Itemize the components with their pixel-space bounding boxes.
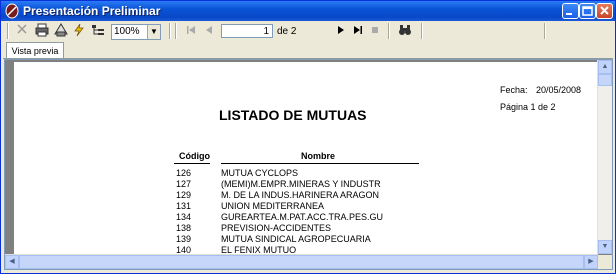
lightning-icon [74, 23, 84, 37]
toolbar-separator [388, 23, 390, 39]
page-count-label: de 2 [277, 26, 297, 37]
toolbar-grip [7, 23, 9, 39]
maximize-button[interactable] [579, 3, 596, 19]
table-row: 138 PREVISION-ACCIDENTES [176, 223, 332, 233]
zoom-select[interactable]: 100% ▼ [111, 24, 161, 40]
last-page-button[interactable] [352, 23, 364, 39]
title-bar[interactable]: Presentación Preliminar [1, 1, 615, 21]
window-title: Presentación Preliminar [23, 4, 161, 18]
printer-setup-icon [54, 23, 68, 37]
stop-icon [372, 27, 378, 33]
scroll-up-button[interactable]: ▲ [598, 60, 612, 74]
toolbar-separator [421, 23, 423, 39]
vertical-scroll-thumb[interactable] [598, 74, 612, 86]
print-button[interactable] [34, 23, 50, 39]
last-page-icon [354, 26, 362, 34]
preview-window: Presentación Preliminar 100% ▼ 1 de 2 Vi… [0, 0, 616, 274]
date-value: 20/05/2008 [536, 85, 582, 95]
print-setup-button[interactable] [53, 23, 69, 39]
next-page-icon [338, 26, 344, 34]
first-page-icon [187, 26, 195, 34]
table-row: 129 M. DE LA INDUS.HARINERA ARAGON [176, 190, 380, 200]
toolbar-separator [175, 23, 177, 39]
horizontal-scrollbar[interactable]: ◀ ▶ [5, 254, 598, 269]
minimize-icon [566, 13, 572, 15]
column-header-codigo: Código [179, 151, 210, 161]
column-header-nombre: Nombre [301, 151, 336, 161]
binoculars-icon [399, 25, 411, 35]
tab-vista-previa[interactable]: Vista previa [6, 42, 64, 59]
tree-toggle-button[interactable] [90, 23, 106, 39]
table-row: 140 EL FENIX MUTUO [176, 245, 297, 254]
scroll-corner [598, 255, 612, 269]
date-label: Fecha: [500, 85, 528, 95]
close-icon [600, 6, 609, 15]
header-underline-nombre [221, 163, 419, 164]
app-icon [5, 3, 19, 19]
tree-icon [92, 25, 104, 35]
close-preview-button[interactable] [15, 23, 29, 39]
table-row: 127 (MEMI)M.EMPR.MINERAS Y INDUSTR [176, 179, 381, 189]
toolbar-separator [169, 23, 171, 39]
scroll-left-button[interactable]: ◀ [5, 255, 19, 269]
close-x-icon [17, 24, 27, 34]
toolbar-separator [544, 23, 546, 39]
export-button[interactable] [72, 23, 86, 39]
previous-page-button[interactable] [203, 23, 215, 39]
find-button[interactable] [397, 23, 413, 39]
chevron-down-icon[interactable]: ▼ [147, 25, 160, 39]
maximize-icon [582, 6, 593, 16]
page-indicator: Página 1 de 2 [500, 102, 556, 112]
toolbar: 100% ▼ 1 de 2 [3, 22, 613, 42]
table-row: 126 MUTUA CYCLOPS [176, 168, 299, 178]
printer-icon [35, 23, 49, 37]
stop-button[interactable] [369, 23, 381, 39]
close-button[interactable] [596, 3, 613, 19]
report-title: LISTADO DE MUTUAS [219, 107, 367, 123]
table-row: 139 MUTUA SINDICAL AGROPECUARIA [176, 234, 371, 244]
page-number-input[interactable]: 1 [221, 24, 273, 38]
report-page: Fecha: 20/05/2008 Página 1 de 2 LISTADO … [14, 62, 598, 254]
previous-page-icon [206, 26, 212, 34]
header-underline-codigo [174, 163, 210, 164]
table-row: 131 UNION MEDITERRANEA [176, 201, 325, 211]
scroll-right-button[interactable]: ▶ [584, 255, 598, 269]
preview-area[interactable]: Fecha: 20/05/2008 Página 1 de 2 LISTADO … [4, 59, 613, 270]
horizontal-scroll-thumb[interactable] [19, 255, 584, 269]
vertical-scrollbar[interactable]: ▲ ▼ [597, 60, 612, 254]
next-page-button[interactable] [335, 23, 347, 39]
table-row: 134 GUREARTEA.M.PAT.ACC.TRA.PES.GU [176, 212, 384, 222]
first-page-button[interactable] [185, 23, 197, 39]
minimize-button[interactable] [562, 3, 579, 19]
scroll-down-button[interactable]: ▼ [598, 240, 612, 254]
zoom-value: 100% [114, 26, 140, 37]
